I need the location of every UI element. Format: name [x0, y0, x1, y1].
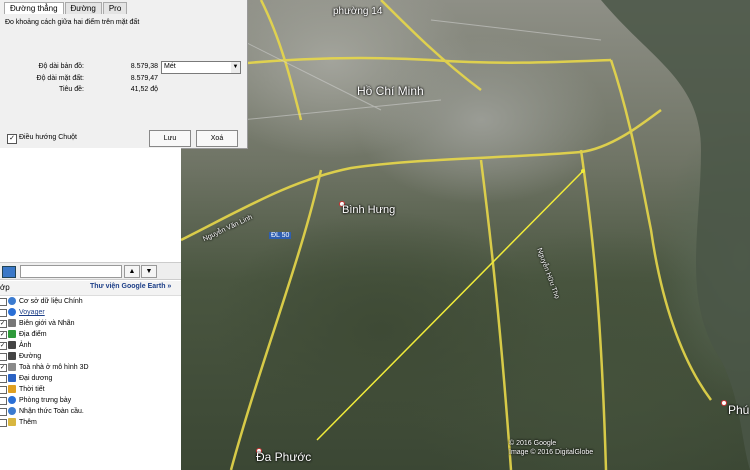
ruler-tabs: Đường thẳng Đường Pro — [4, 2, 128, 14]
tab-line[interactable]: Đường thẳng — [4, 2, 64, 14]
layer-label: Cơ sở dữ liệu Chính — [19, 298, 83, 305]
layers-tab[interactable]: ớp — [0, 283, 10, 292]
map-length-label: Độ dài bản đồ: — [38, 63, 84, 70]
ruler-description: Đo khoảng cách giữa hai điểm trên mặt đấ… — [5, 19, 140, 26]
route-shield: ĐL 50 — [269, 232, 292, 239]
ruler-dialog: Đường thẳng Đường Pro Đo khoảng cách giữ… — [0, 0, 248, 149]
tab-pro[interactable]: Pro — [102, 2, 128, 14]
roads-icon — [8, 352, 16, 360]
layer-checkbox[interactable]: ✓ — [0, 342, 7, 350]
places-icon — [8, 330, 16, 338]
layer-label: Toà nhà ở mô hình 3D — [19, 364, 89, 371]
borders-icon — [8, 319, 16, 327]
ocean-icon — [8, 374, 16, 382]
building-icon — [8, 363, 16, 371]
layer-label: Thêm — [19, 419, 37, 426]
gallery-link[interactable]: Thư viện Google Earth » — [90, 283, 171, 290]
search-results-area — [0, 148, 181, 266]
voyager-icon — [8, 308, 16, 316]
delete-button[interactable]: Xoá — [196, 130, 238, 147]
layers-header: ớp Thư viện Google Earth » — [0, 281, 181, 296]
move-up-button[interactable]: ▲ — [124, 265, 140, 278]
layer-label: Thời tiết — [19, 386, 45, 393]
layer-label: Voyager — [19, 309, 45, 316]
ground-length-value: 8.579,47 — [130, 75, 158, 82]
gallery-icon — [8, 396, 16, 404]
map-view[interactable]: phường 14 Hồ Chí Minh Bình Hưng Đa Phước… — [181, 0, 750, 470]
map-label-phu: Phú — [728, 403, 750, 417]
layer-checkbox[interactable]: ✓ — [0, 320, 7, 328]
heading-label: Tiêu đề: — [58, 86, 84, 93]
river — [601, 0, 750, 470]
layer-label: Ảnh — [19, 342, 32, 349]
map-label-binh-hung: Bình Hưng — [342, 204, 396, 216]
copyright-imagery: Image © 2016 DigitalGlobe — [509, 449, 594, 456]
places-input[interactable] — [20, 265, 122, 278]
unit-select[interactable]: Mét ▼ — [161, 61, 241, 74]
layer-checkbox[interactable] — [0, 298, 7, 306]
map-label-da-phuoc: Đa Phước — [256, 450, 312, 464]
tab-path[interactable]: Đường — [64, 2, 102, 14]
layer-checkbox[interactable] — [0, 353, 7, 361]
move-down-button[interactable]: ▼ — [141, 265, 157, 278]
copyright-google: © 2016 Google — [509, 440, 557, 447]
layer-label: Địa điểm — [19, 331, 47, 338]
heading-value: 41,52 độ — [130, 86, 158, 93]
mouse-nav-checkbox[interactable]: ✓ — [7, 134, 17, 144]
layer-checkbox[interactable] — [0, 397, 7, 405]
globe-icon — [8, 297, 16, 305]
layer-label: Đường — [19, 353, 42, 360]
layer-label: Nhận thức Toàn cầu. — [19, 408, 84, 415]
minor-roads — [200, 19, 602, 121]
map-length-value: 8.579,38 — [130, 63, 158, 70]
unit-select-value: Mét — [164, 63, 176, 70]
layer-checkbox[interactable] — [0, 375, 7, 383]
place-marker[interactable] — [721, 400, 727, 406]
layer-checkbox[interactable]: ✓ — [0, 364, 7, 372]
chevron-down-icon[interactable]: ▼ — [231, 62, 240, 73]
mouse-nav-label: Điều hướng Chuột — [19, 134, 77, 141]
layer-label: Phòng trưng bày — [19, 397, 72, 404]
places-toolbar: ▲ ▼ — [0, 262, 181, 280]
layer-label: Đại dương — [19, 375, 53, 382]
map-label-ward: phường 14 — [333, 6, 383, 17]
map-overlay — [181, 0, 750, 470]
save-button[interactable]: Lưu — [149, 130, 191, 147]
layer-checkbox[interactable] — [0, 386, 7, 394]
roads — [181, 0, 713, 470]
more-icon — [8, 418, 16, 426]
layer-checkbox[interactable] — [0, 309, 7, 317]
places-icon[interactable] — [2, 266, 16, 278]
layers-list: Cơ sở dữ liệu Chính Voyager ✓ Biên giới và … — [0, 296, 181, 470]
layer-checkbox[interactable] — [0, 419, 7, 427]
weather-icon — [8, 385, 16, 393]
photo-icon — [8, 341, 16, 349]
layer-checkbox[interactable]: ✓ — [0, 331, 7, 339]
layer-checkbox[interactable] — [0, 408, 7, 416]
awareness-icon — [8, 407, 16, 415]
ground-length-label: Độ dài mặt đất: — [36, 75, 84, 82]
layer-label: Biên giới và Nhãn — [19, 320, 75, 327]
map-label-city: Hồ Chí Minh — [357, 84, 424, 98]
measure-end-point — [581, 169, 585, 173]
